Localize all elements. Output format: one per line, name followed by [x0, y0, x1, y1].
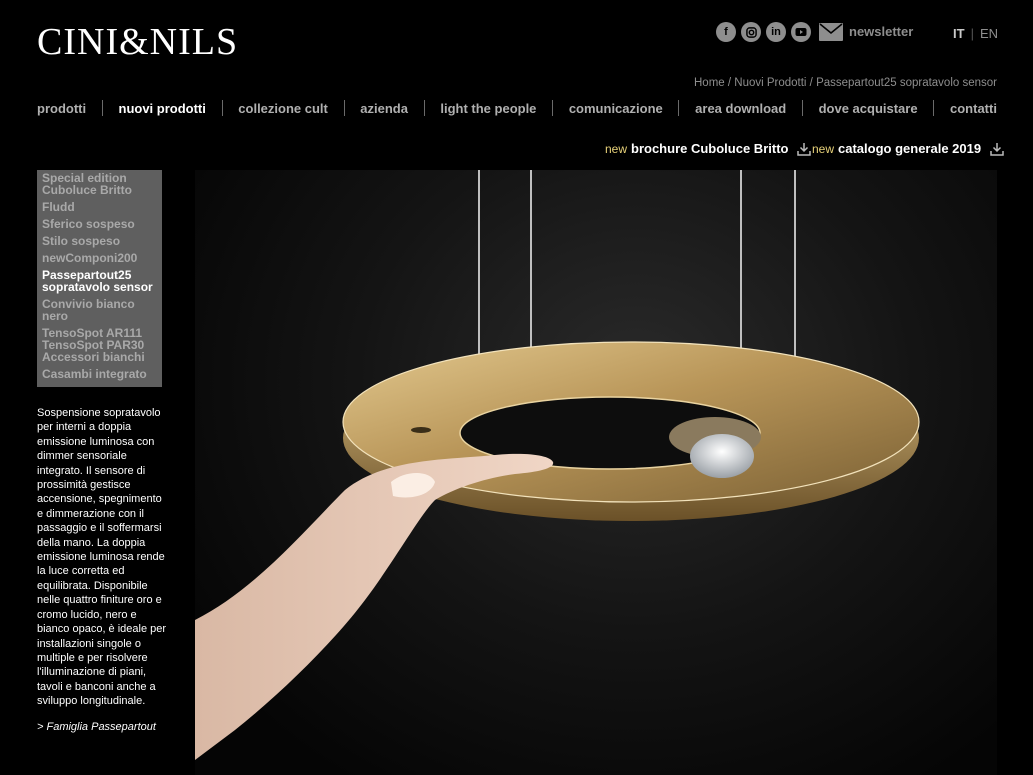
nav-divider: [552, 100, 554, 116]
lang-en[interactable]: EN: [980, 26, 998, 41]
new-badge: new: [812, 141, 835, 156]
download-icon: [990, 142, 1004, 156]
logo-text: CINI&NILS: [37, 21, 239, 63]
product-menu-item[interactable]: Casambi integrato: [42, 368, 157, 380]
nav-divider: [343, 100, 345, 116]
nav-area-download[interactable]: area download: [695, 101, 786, 116]
language-switcher: IT | EN: [953, 26, 998, 41]
download-label: catalogo generale 2019: [838, 141, 982, 156]
download-brochure-link[interactable]: new brochure Cuboluce Britto: [605, 141, 812, 156]
product-description: Sospensione sopratavolo per interni a do…: [37, 407, 167, 708]
lang-separator: |: [970, 26, 974, 41]
nav-nuovi-prodotti[interactable]: nuovi prodotti: [119, 101, 206, 116]
download-catalogo-link[interactable]: new catalogo generale 2019: [812, 141, 1004, 156]
product-menu: Special edition Cuboluce Britto Fludd Sf…: [37, 170, 162, 387]
product-hero-image: [195, 170, 997, 775]
linkedin-icon[interactable]: in: [766, 22, 786, 42]
mail-icon[interactable]: [819, 23, 843, 41]
new-badge: new: [605, 141, 628, 156]
product-menu-item-selected[interactable]: Passepartout25 sopratavolo sensor: [42, 269, 157, 293]
main-nav: prodotti nuovi prodotti collezione cult …: [37, 98, 997, 118]
nav-azienda[interactable]: azienda: [360, 101, 408, 116]
nav-divider: [423, 100, 425, 116]
product-menu-item[interactable]: Convivio bianco nero: [42, 298, 157, 322]
facebook-icon[interactable]: f: [716, 22, 736, 42]
youtube-icon[interactable]: [791, 22, 811, 42]
brand-logo[interactable]: CINI&NILS: [37, 22, 238, 62]
family-link[interactable]: > Famiglia Passepartout: [37, 721, 156, 733]
nav-comunicazione[interactable]: comunicazione: [569, 101, 663, 116]
nav-divider: [801, 100, 803, 116]
product-menu-item[interactable]: Special edition Cuboluce Britto: [42, 172, 157, 196]
social-links: f in: [716, 22, 843, 42]
nav-prodotti[interactable]: prodotti: [37, 101, 86, 116]
lang-it[interactable]: IT: [953, 26, 965, 41]
product-menu-item[interactable]: Fludd: [42, 201, 157, 213]
product-menu-item[interactable]: Stilo sospeso: [42, 235, 157, 247]
nav-contatti[interactable]: contatti: [950, 101, 997, 116]
product-menu-item[interactable]: TensoSpot AR111 TensoSpot PAR30 Accessor…: [42, 327, 157, 363]
nav-dove-acquistare[interactable]: dove acquistare: [819, 101, 918, 116]
instagram-icon[interactable]: [741, 22, 761, 42]
nav-divider: [101, 100, 103, 116]
lamp-illustration: [195, 170, 920, 760]
download-label: brochure Cuboluce Britto: [631, 141, 789, 156]
product-menu-item[interactable]: Sferico sospeso: [42, 218, 157, 230]
nav-divider: [221, 100, 223, 116]
breadcrumb[interactable]: Home / Nuovi Prodotti / Passepartout25 s…: [694, 77, 997, 89]
nav-divider: [678, 100, 680, 116]
newsletter-link[interactable]: newsletter: [849, 24, 913, 39]
nav-divider: [933, 100, 935, 116]
product-menu-item[interactable]: newComponi200: [42, 252, 157, 264]
nav-collezione-cult[interactable]: collezione cult: [238, 101, 328, 116]
download-icon: [797, 142, 812, 156]
nav-light-the-people[interactable]: light the people: [440, 101, 536, 116]
